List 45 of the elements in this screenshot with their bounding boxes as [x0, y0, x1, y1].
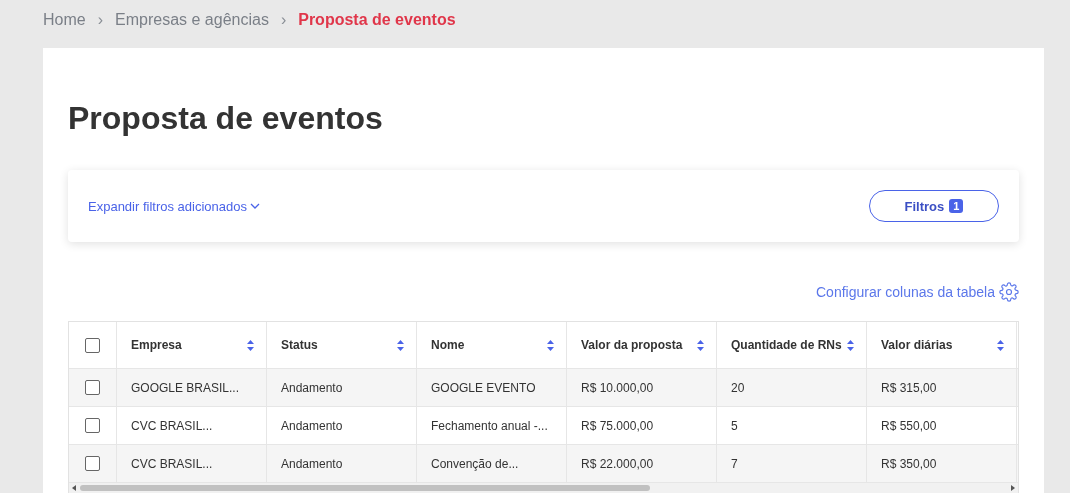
table-cell: Convenção de...	[417, 445, 567, 482]
filter-count-badge: 1	[949, 199, 964, 213]
table-cell: R$ 10.000,00	[567, 369, 717, 406]
table-cell: Fechamento anual -...	[417, 407, 567, 444]
page-title: Proposta de eventos	[68, 99, 384, 138]
table-cell: R$ 315,00	[867, 369, 1017, 406]
chevron-down-icon[interactable]	[250, 203, 260, 209]
sort-icon[interactable]	[847, 339, 854, 351]
sort-icon[interactable]	[397, 339, 404, 351]
gear-icon[interactable]	[999, 282, 1019, 302]
table-cell: CVC BRASIL...	[117, 407, 267, 444]
table-cell: GOOGLE EVENTO	[417, 369, 567, 406]
column-header[interactable]: Quantidade de RNs	[717, 322, 867, 368]
sort-icon[interactable]	[697, 339, 704, 351]
column-header[interactable]: Valor diárias	[867, 322, 1017, 368]
configure-columns-link[interactable]: Configurar colunas da tabela	[816, 282, 1019, 302]
table-cell: CVC BRASIL...	[117, 445, 267, 482]
table-cell: R$ 350,00	[867, 445, 1017, 482]
sort-icon[interactable]	[997, 339, 1004, 351]
horizontal-scrollbar[interactable]	[69, 483, 1018, 493]
breadcrumb-link[interactable]: Proposta de eventos	[298, 11, 456, 29]
breadcrumb-separator: ›	[280, 11, 287, 29]
table-cell: Andamento	[267, 369, 417, 406]
table-cell: 5	[717, 407, 867, 444]
table-cell: R$ 550,00	[867, 407, 1017, 444]
table-cell: GOOGLE BRASIL...	[117, 369, 267, 406]
table-cell: Andamento	[267, 407, 417, 444]
select-all-checkbox[interactable]	[85, 337, 100, 353]
column-header[interactable]: Status	[267, 322, 417, 368]
sort-icon[interactable]	[247, 339, 254, 351]
filters-button[interactable]: Filtros 1	[869, 190, 999, 222]
breadcrumb-separator: ›	[97, 11, 103, 29]
sort-icon[interactable]	[547, 339, 554, 351]
column-header[interactable]: Valor da proposta	[567, 322, 717, 368]
row-checkbox[interactable]	[85, 456, 100, 471]
row-checkbox[interactable]	[85, 418, 100, 433]
table-cell: R$ 75.000,00	[567, 407, 717, 444]
table-cell: 20	[717, 369, 867, 406]
table-cell: R$ 22.000,00	[567, 445, 717, 482]
expand-filters-link[interactable]: Expandir filtros adicionados	[88, 198, 260, 214]
table-cell: 7	[717, 445, 867, 482]
row-checkbox[interactable]	[85, 380, 100, 395]
column-header[interactable]: Empresa	[117, 322, 267, 368]
column-header[interactable]: Nome	[417, 322, 567, 368]
table-cell: Andamento	[267, 445, 417, 482]
